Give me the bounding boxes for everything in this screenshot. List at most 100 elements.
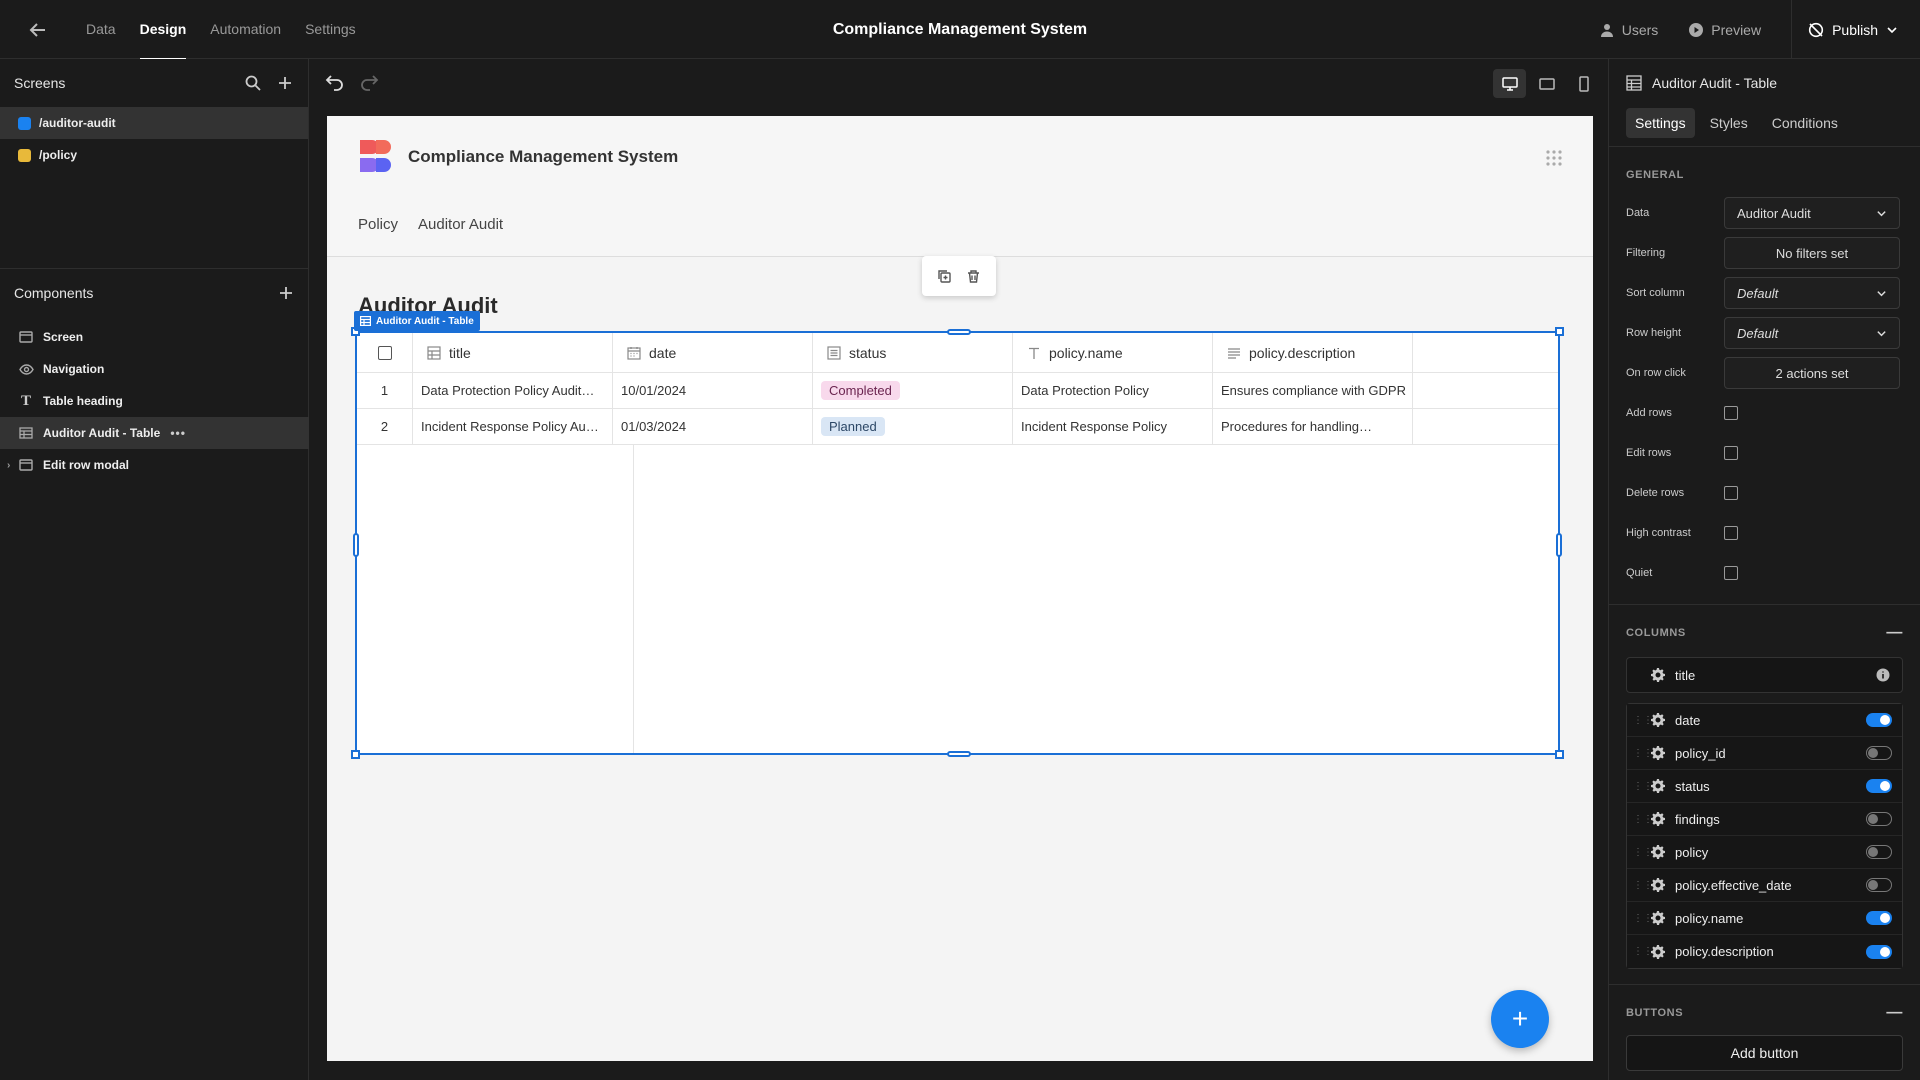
title-column-item[interactable]: title [1626, 657, 1903, 693]
cell-policy-description[interactable]: Ensures compliance with GDPR [1213, 373, 1413, 408]
cell-status[interactable]: Planned [813, 409, 1013, 444]
component-item-screen[interactable]: Screen [0, 321, 309, 353]
column-visibility-toggle[interactable] [1866, 878, 1892, 892]
component-item-edit-row-modal[interactable]: › Edit row modal [0, 449, 309, 481]
column-item-status[interactable]: ⋮⋮ status [1627, 770, 1902, 803]
tab-settings[interactable]: Settings [1626, 107, 1695, 138]
column-header-date[interactable]: date [613, 333, 813, 372]
grid-menu-icon[interactable] [1545, 149, 1563, 167]
filtering-button[interactable]: No filters set [1724, 237, 1900, 269]
drag-handle-icon[interactable]: ⋮⋮ [1633, 715, 1653, 726]
drag-handle-icon[interactable]: ⋮⋮ [1633, 946, 1653, 957]
tab-automation[interactable]: Automation [198, 0, 293, 59]
gear-icon[interactable] [1651, 878, 1665, 892]
add-fab-button[interactable]: + [1491, 990, 1549, 1048]
cell-title[interactable]: Incident Response Policy Au… [413, 409, 613, 444]
table-row[interactable]: 1 Data Protection Policy Audit… 10/01/20… [357, 373, 1558, 409]
column-visibility-toggle[interactable] [1866, 812, 1892, 826]
edit-rows-checkbox[interactable] [1724, 446, 1738, 460]
gear-icon[interactable] [1651, 845, 1665, 859]
publish-button[interactable]: Publish [1791, 0, 1920, 59]
tab-design[interactable]: Design [128, 0, 199, 60]
delete-rows-checkbox[interactable] [1724, 486, 1738, 500]
cell-date[interactable]: 01/03/2024 [613, 409, 813, 444]
cell-date[interactable]: 10/01/2024 [613, 373, 813, 408]
delete-icon[interactable] [966, 269, 981, 284]
column-visibility-toggle[interactable] [1866, 944, 1892, 959]
component-item-table-heading[interactable]: T Table heading [0, 385, 309, 417]
more-options-icon[interactable]: ••• [170, 426, 186, 440]
column-header-policy-name[interactable]: policy.name [1013, 333, 1213, 372]
component-item-navigation[interactable]: Navigation [0, 353, 309, 385]
quiet-checkbox[interactable] [1724, 566, 1738, 580]
duplicate-icon[interactable] [937, 269, 952, 284]
gear-icon[interactable] [1651, 812, 1665, 826]
column-visibility-toggle[interactable] [1866, 779, 1892, 793]
collapse-icon[interactable]: — [1886, 1004, 1903, 1022]
sort-column-select[interactable]: Default [1724, 277, 1900, 309]
add-screen-icon[interactable] [276, 74, 294, 92]
gear-icon[interactable] [1651, 779, 1665, 793]
cell-policy-name[interactable]: Data Protection Policy [1013, 373, 1213, 408]
undo-icon[interactable] [325, 72, 345, 92]
tablet-view-button[interactable] [1530, 69, 1563, 98]
column-item-policy-description[interactable]: ⋮⋮ policy.description [1627, 935, 1902, 968]
tab-data[interactable]: Data [74, 0, 128, 59]
tab-settings[interactable]: Settings [293, 0, 368, 59]
collapse-icon[interactable]: — [1886, 624, 1903, 642]
cell-status[interactable]: Completed [813, 373, 1013, 408]
nav-link-policy[interactable]: Policy [358, 216, 398, 233]
drag-handle-icon[interactable]: ⋮⋮ [1633, 847, 1653, 858]
gear-icon[interactable] [1651, 713, 1665, 727]
gear-icon[interactable] [1651, 911, 1665, 925]
column-header-status[interactable]: status [813, 333, 1013, 372]
add-button[interactable]: Add button [1626, 1035, 1903, 1071]
drag-handle-icon[interactable]: ⋮⋮ [1633, 880, 1653, 891]
cell-policy-name[interactable]: Incident Response Policy [1013, 409, 1213, 444]
drag-handle-icon[interactable]: ⋮⋮ [1633, 781, 1653, 792]
gear-icon[interactable] [1651, 944, 1665, 959]
cell-title[interactable]: Data Protection Policy Audit… [413, 373, 613, 408]
column-header-policy-description[interactable]: policy.description [1213, 333, 1413, 372]
gear-icon[interactable] [1651, 746, 1665, 760]
drag-handle-icon[interactable]: ⋮⋮ [1633, 913, 1653, 924]
on-row-click-button[interactable]: 2 actions set [1724, 357, 1900, 389]
desktop-view-button[interactable] [1493, 69, 1526, 98]
data-source-select[interactable]: Auditor Audit [1724, 197, 1900, 229]
component-item-auditor-audit-table[interactable]: Auditor Audit - Table ••• [0, 417, 309, 449]
select-all-checkbox[interactable] [377, 345, 392, 360]
column-item-policy-effective-date[interactable]: ⋮⋮ policy.effective_date [1627, 869, 1902, 902]
expand-caret-icon[interactable]: › [7, 460, 10, 471]
column-item-findings[interactable]: ⋮⋮ findings [1627, 803, 1902, 836]
column-item-policy[interactable]: ⋮⋮ policy [1627, 836, 1902, 869]
users-button[interactable]: Users [1599, 22, 1658, 38]
info-icon[interactable] [1876, 668, 1890, 682]
preview-button[interactable]: Preview [1688, 22, 1761, 38]
drag-handle-icon[interactable]: ⋮⋮ [1633, 748, 1653, 759]
screen-item-policy[interactable]: /policy [0, 139, 308, 171]
column-header-title[interactable]: title [413, 333, 613, 372]
nav-link-auditor-audit[interactable]: Auditor Audit [418, 216, 503, 233]
column-visibility-toggle[interactable] [1866, 845, 1892, 859]
redo-icon[interactable] [359, 72, 379, 92]
column-visibility-toggle[interactable] [1866, 746, 1892, 760]
drag-handle-icon[interactable]: ⋮⋮ [1633, 814, 1653, 825]
screen-item-auditor-audit[interactable]: /auditor-audit [0, 107, 308, 139]
high-contrast-checkbox[interactable] [1724, 526, 1738, 540]
add-component-icon[interactable] [277, 284, 295, 302]
column-visibility-toggle[interactable] [1866, 911, 1892, 925]
tab-styles[interactable]: Styles [1701, 108, 1757, 138]
column-item-policy-name[interactable]: ⋮⋮ policy.name [1627, 902, 1902, 935]
back-arrow-icon[interactable] [26, 18, 50, 42]
add-rows-checkbox[interactable] [1724, 406, 1738, 420]
gear-icon[interactable] [1651, 668, 1665, 682]
column-visibility-toggle[interactable] [1866, 713, 1892, 727]
cell-policy-description[interactable]: Procedures for handling… [1213, 409, 1413, 444]
tab-conditions[interactable]: Conditions [1763, 108, 1847, 138]
mobile-view-button[interactable] [1567, 69, 1600, 98]
column-item-date[interactable]: ⋮⋮ date [1627, 704, 1902, 737]
column-item-policy-id[interactable]: ⋮⋮ policy_id [1627, 737, 1902, 770]
search-icon[interactable] [244, 74, 262, 92]
table-row[interactable]: 2 Incident Response Policy Au… 01/03/202… [357, 409, 1558, 445]
row-height-select[interactable]: Default [1724, 317, 1900, 349]
